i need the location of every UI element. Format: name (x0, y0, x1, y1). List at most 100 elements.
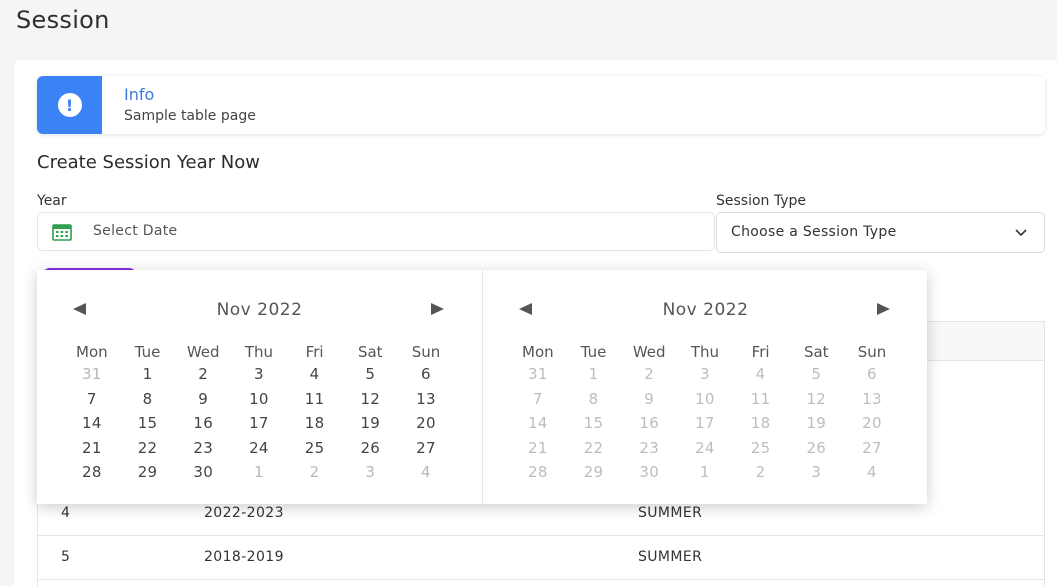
calendar-day[interactable]: 10 (231, 390, 287, 415)
calendar-day[interactable]: 13 (844, 390, 900, 415)
calendar-day[interactable]: 16 (621, 414, 677, 439)
table-row: 5 2018-2019 SUMMER (38, 536, 1044, 580)
calendar-day[interactable]: 23 (621, 439, 677, 464)
calendar-day[interactable]: 21 (510, 439, 566, 464)
calendar-icon (52, 224, 72, 241)
calendar-day[interactable]: 29 (566, 463, 622, 488)
calendar-day[interactable]: 1 (120, 365, 176, 390)
calendar-day[interactable]: 6 (844, 365, 900, 390)
calendar-day[interactable]: 24 (677, 439, 733, 464)
calendar-day[interactable]: 31 (64, 365, 120, 390)
row-type: SUMMER (638, 549, 703, 565)
calendar-day[interactable]: 1 (566, 365, 622, 390)
calendar-day[interactable]: 3 (788, 463, 844, 488)
calendar-day[interactable]: 4 (287, 365, 343, 390)
calendar-day[interactable]: 30 (621, 463, 677, 488)
calendar-month-left: Nov 2022 Mon Tue Wed Thu Fri Sat Sun 31 1 2 3 4 5 6 7 8… (37, 270, 482, 504)
calendar-day[interactable]: 1 (677, 463, 733, 488)
calendar-day[interactable]: 8 (566, 390, 622, 415)
weekday-header: Sun (857, 343, 887, 361)
calendar-day[interactable]: 14 (64, 414, 120, 439)
calendar-day[interactable]: 9 (621, 390, 677, 415)
calendar-day[interactable]: 19 (788, 414, 844, 439)
datepicker-popup: Nov 2022 Mon Tue Wed Thu Fri Sat Sun 31 1 2 3 4 5 6 7 8… (37, 270, 927, 504)
month-title: Nov 2022 (662, 300, 749, 320)
calendar-day[interactable]: 12 (788, 390, 844, 415)
calendar-day[interactable]: 19 (342, 414, 398, 439)
calendar-day[interactable]: 22 (566, 439, 622, 464)
weekday-header: Wed (632, 343, 666, 361)
weekday-header: Fri (305, 343, 324, 361)
calendar-day[interactable]: 1 (231, 463, 287, 488)
calendar-day[interactable]: 8 (120, 390, 176, 415)
calendar-day[interactable]: 29 (120, 463, 176, 488)
year-date-placeholder: Select Date (93, 223, 178, 239)
calendar-day[interactable]: 2 (621, 365, 677, 390)
calendar-day[interactable]: 26 (788, 439, 844, 464)
calendar-day[interactable]: 23 (175, 439, 231, 464)
calendar-day[interactable]: 17 (677, 414, 733, 439)
calendar-day[interactable]: 25 (287, 439, 343, 464)
row-id: 4 (61, 505, 70, 521)
calendar-day[interactable]: 30 (175, 463, 231, 488)
calendar-day[interactable]: 4 (733, 365, 789, 390)
calendar-day[interactable]: 15 (566, 414, 622, 439)
calendar-day[interactable]: 27 (398, 439, 454, 464)
calendar-day[interactable]: 5 (788, 365, 844, 390)
calendar-day[interactable]: 28 (64, 463, 120, 488)
calendar-day[interactable]: 13 (398, 390, 454, 415)
calendar-day[interactable]: 26 (342, 439, 398, 464)
calendar-day[interactable]: 12 (342, 390, 398, 415)
weekday-header: Sun (411, 343, 441, 361)
next-month-icon[interactable] (877, 303, 890, 315)
calendar-day[interactable]: 27 (844, 439, 900, 464)
calendar-day[interactable]: 21 (64, 439, 120, 464)
calendar-day[interactable]: 2 (175, 365, 231, 390)
row-year: 2022-2023 (204, 505, 284, 521)
calendar-day[interactable]: 20 (844, 414, 900, 439)
calendar-day[interactable]: 6 (398, 365, 454, 390)
row-id: 5 (61, 549, 70, 565)
calendar-day[interactable]: 22 (120, 439, 176, 464)
calendar-day[interactable]: 18 (733, 414, 789, 439)
calendar-day[interactable]: 5 (342, 365, 398, 390)
calendar-day[interactable]: 4 (844, 463, 900, 488)
calendar-day[interactable]: 4 (398, 463, 454, 488)
calendar-day[interactable]: 28 (510, 463, 566, 488)
calendar-day[interactable]: 7 (64, 390, 120, 415)
calendar-day[interactable]: 25 (733, 439, 789, 464)
calendar-day[interactable]: 14 (510, 414, 566, 439)
calendar-day[interactable]: 2 (733, 463, 789, 488)
calendar-day[interactable]: 9 (175, 390, 231, 415)
weekday-header: Mon (522, 343, 554, 361)
next-month-icon[interactable] (431, 303, 444, 315)
calendar-day[interactable]: 16 (175, 414, 231, 439)
calendar-day[interactable]: 18 (287, 414, 343, 439)
calendar-day[interactable]: 3 (231, 365, 287, 390)
calendar-day[interactable]: 11 (287, 390, 343, 415)
calendar-day[interactable]: 31 (510, 365, 566, 390)
month-title: Nov 2022 (216, 300, 303, 320)
calendar-month-right: Nov 2022 Mon Tue Wed Thu Fri Sat Sun 31 1 2 3 4 5 6 7 8… (483, 270, 928, 504)
calendar-day[interactable]: 10 (677, 390, 733, 415)
weekday-header: Tue (580, 343, 607, 361)
calendar-day[interactable]: 11 (733, 390, 789, 415)
weekday-header: Thu (690, 343, 719, 361)
session-type-label: Session Type (716, 193, 807, 209)
year-label: Year (37, 193, 67, 209)
form-heading: Create Session Year Now (37, 152, 260, 173)
calendar-day[interactable]: 15 (120, 414, 176, 439)
calendar-day[interactable]: 3 (342, 463, 398, 488)
weekday-header: Wed (186, 343, 220, 361)
calendar-day[interactable]: 7 (510, 390, 566, 415)
calendar-day[interactable]: 3 (677, 365, 733, 390)
calendar-day[interactable]: 2 (287, 463, 343, 488)
info-alert: ! Info Sample table page (37, 76, 1045, 134)
session-type-select[interactable]: Choose a Session Type (716, 212, 1045, 253)
weekday-header: Sat (803, 343, 829, 361)
page-title: Session (16, 6, 110, 34)
calendar-day[interactable]: 20 (398, 414, 454, 439)
calendar-day[interactable]: 24 (231, 439, 287, 464)
year-date-input[interactable]: Select Date (37, 212, 715, 251)
calendar-day[interactable]: 17 (231, 414, 287, 439)
